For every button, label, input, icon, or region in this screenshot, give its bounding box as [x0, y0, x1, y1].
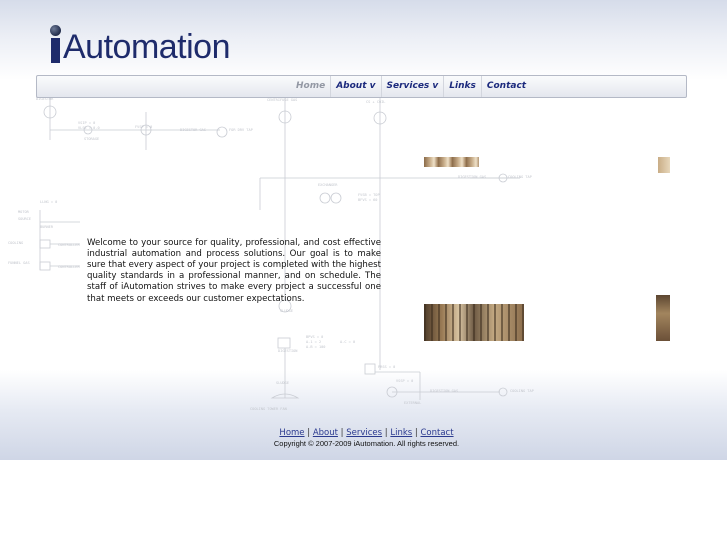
svg-text:VSIP = 0: VSIP = 0: [78, 121, 95, 125]
main-navigation-bar: Home About v Services v Links Contact: [36, 75, 687, 98]
footer-separator: |: [340, 428, 344, 438]
svg-text:CS + COIL: CS + COIL: [366, 100, 385, 104]
logo-text: Automation: [63, 28, 231, 66]
nav-about-dropdown[interactable]: About v: [331, 76, 382, 97]
svg-text:BFVS = 60: BFVS = 60: [358, 198, 377, 202]
footer-link-home[interactable]: Home: [279, 428, 304, 438]
svg-text:EXCHANGER: EXCHANGER: [318, 183, 338, 187]
svg-text:BURNER: BURNER: [40, 225, 54, 229]
footer-link-about[interactable]: About: [313, 428, 338, 438]
svg-text:DIGESTION GAS: DIGESTION GAS: [458, 175, 486, 179]
svg-text:SLUDGE: SLUDGE: [276, 381, 289, 385]
nav-menu: Home About v Services v Links Contact: [291, 76, 531, 97]
footer-separator: |: [384, 428, 388, 438]
nav-services-dropdown[interactable]: Services v: [382, 76, 445, 97]
photo-thumb-right: [656, 295, 670, 341]
footer-link-services[interactable]: Services: [346, 428, 382, 438]
svg-text:DIGESTOR GAS: DIGESTOR GAS: [180, 128, 206, 132]
footer-navigation: Home | About | Services | Links | Contac…: [0, 428, 727, 438]
nav-links[interactable]: Links: [444, 76, 482, 97]
svg-text:CENTRIFUGE GAS: CENTRIFUGE GAS: [267, 98, 297, 102]
svg-text:STORAGE: STORAGE: [84, 137, 99, 141]
logo-dot-icon: [50, 25, 61, 36]
svg-text:CONTROLLER: CONTROLLER: [58, 243, 80, 247]
svg-text:COOLING TOWER FAN: COOLING TOWER FAN: [250, 407, 287, 411]
svg-text:MOTOR: MOTOR: [18, 210, 30, 214]
svg-text:EXTERNAL: EXTERNAL: [404, 401, 421, 405]
svg-text:A-C = 0: A-C = 0: [340, 340, 355, 344]
svg-text:SOURCE: SOURCE: [18, 217, 31, 221]
svg-text:VSSP = 0: VSSP = 0: [396, 379, 413, 383]
svg-text:BPVS = 0: BPVS = 0: [306, 335, 323, 339]
svg-text:COOLING TAP: COOLING TAP: [508, 175, 532, 179]
svg-text:FUNNEL GAS: FUNNEL GAS: [8, 261, 30, 265]
svg-text:DIGESTION: DIGESTION: [278, 349, 297, 353]
footer-separator: |: [307, 428, 311, 438]
process-schematic-background: DIGESTOR VSIP = 0 VLSE = 0.0 STORAGE FVS…: [8, 96, 534, 411]
svg-text:COOLING TAP: COOLING TAP: [510, 389, 534, 393]
svg-text:PRSS = 0: PRSS = 0: [378, 365, 395, 369]
plant-machinery-photo: [424, 304, 524, 341]
svg-text:A-B = 100: A-B = 100: [306, 345, 325, 349]
footer-link-links[interactable]: Links: [390, 428, 412, 438]
photo-thumb-top-right: [658, 157, 670, 173]
svg-text:FVSP = 0: FVSP = 0: [135, 125, 152, 129]
svg-text:DIGESTION GAS: DIGESTION GAS: [430, 389, 458, 393]
logo-i-stem: [51, 38, 60, 63]
svg-text:FOR DRV TAP: FOR DRV TAP: [229, 128, 253, 132]
intro-paragraph: Welcome to your source for quality, prof…: [87, 237, 381, 304]
svg-text:VLSE = 0.0: VLSE = 0.0: [78, 126, 100, 130]
footer-separator: |: [414, 428, 418, 438]
svg-text:CONTROLLER: CONTROLLER: [58, 265, 80, 269]
copyright-notice: Copyright © 2007-2009 iAutomation. All r…: [273, 439, 460, 448]
nav-home[interactable]: Home: [291, 76, 332, 97]
svg-text:LLNG = 0: LLNG = 0: [40, 200, 57, 204]
svg-text:FVSB = TOP: FVSB = TOP: [358, 193, 380, 197]
photo-strip-top: [424, 157, 479, 167]
svg-text:SLUDGE: SLUDGE: [280, 309, 293, 313]
svg-text:A-1 = 2: A-1 = 2: [306, 340, 321, 344]
footer-link-contact[interactable]: Contact: [420, 428, 453, 438]
nav-contact[interactable]: Contact: [482, 76, 531, 97]
svg-text:COOLING: COOLING: [8, 241, 23, 245]
